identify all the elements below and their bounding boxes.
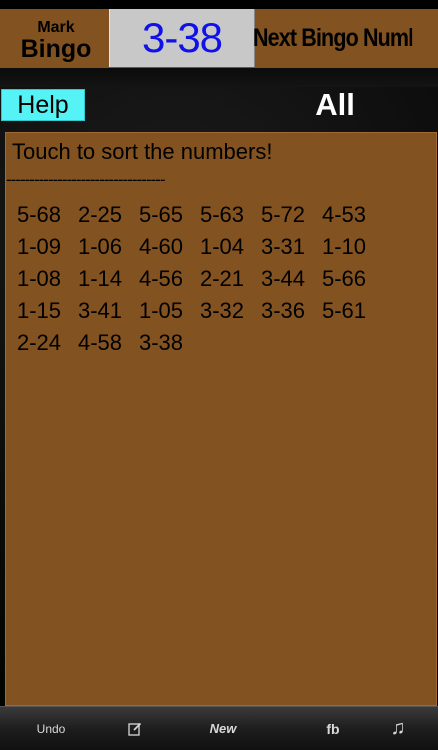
called-number: 4-60 (139, 234, 184, 259)
status-strip (0, 0, 438, 9)
logo-line-mark: Mark (37, 19, 75, 36)
called-number: 5-68 (17, 202, 62, 227)
called-number: 3-32 (200, 298, 245, 323)
help-button[interactable]: Help (1, 89, 85, 121)
bingo-app: Mark Bingo 3-38 Next Bingo Number Help A… (0, 0, 438, 750)
header-separator (0, 68, 438, 87)
sort-instruction[interactable]: Touch to sort the numbers! (12, 139, 272, 165)
called-number: 3-31 (261, 234, 306, 259)
called-number: 1-05 (139, 298, 184, 323)
bottom-toolbar: Undo New fb ♫ (0, 706, 438, 750)
edit-icon[interactable] (120, 707, 150, 750)
called-number: 1-08 (17, 266, 62, 291)
called-number: 1-10 (322, 234, 367, 259)
called-number: 3-44 (261, 266, 306, 291)
facebook-button[interactable]: fb (318, 707, 348, 750)
called-number: 5-65 (139, 202, 184, 227)
called-number: 5-61 (322, 298, 367, 323)
current-number: 3-38 (141, 14, 223, 61)
called-number: 4-58 (78, 330, 123, 355)
called-number: 3-41 (78, 298, 123, 323)
called-numbers-panel[interactable]: Touch to sort the numbers! -------------… (5, 132, 437, 706)
called-number: 3-36 (261, 298, 306, 323)
current-number-display: 3-38 (109, 9, 255, 67)
called-number: 4-56 (139, 266, 184, 291)
called-number: 1-04 (200, 234, 245, 259)
undo-button[interactable]: Undo (28, 707, 74, 750)
called-number: 1-06 (78, 234, 123, 259)
called-number: 5-66 (322, 266, 367, 291)
called-number: 5-72 (261, 202, 306, 227)
filter-toggle[interactable]: All (290, 86, 380, 124)
called-number: 2-21 (200, 266, 245, 291)
called-number: 2-25 (78, 202, 123, 227)
called-number: 2-24 (17, 330, 62, 355)
called-number: 4-53 (322, 202, 367, 227)
numbers-grid: 5-68 2-25 5-65 5-63 5-72 4-53 1-09 1-06 4-60 1-04… (17, 199, 383, 359)
called-number: 1-09 (17, 234, 62, 259)
called-number: 1-14 (78, 266, 123, 291)
app-logo: Mark Bingo (6, 20, 106, 62)
next-number-button[interactable]: Next Bingo Number (253, 9, 412, 68)
called-number: 5-63 (200, 202, 245, 227)
new-game-button[interactable]: New (198, 707, 248, 750)
dashed-divider: ---------------------------------- (6, 170, 165, 189)
music-note-icon[interactable]: ♫ (383, 707, 413, 750)
called-number: 1-15 (17, 298, 62, 323)
called-number: 3-38 (139, 330, 184, 355)
logo-line-bingo: Bingo (20, 35, 92, 63)
